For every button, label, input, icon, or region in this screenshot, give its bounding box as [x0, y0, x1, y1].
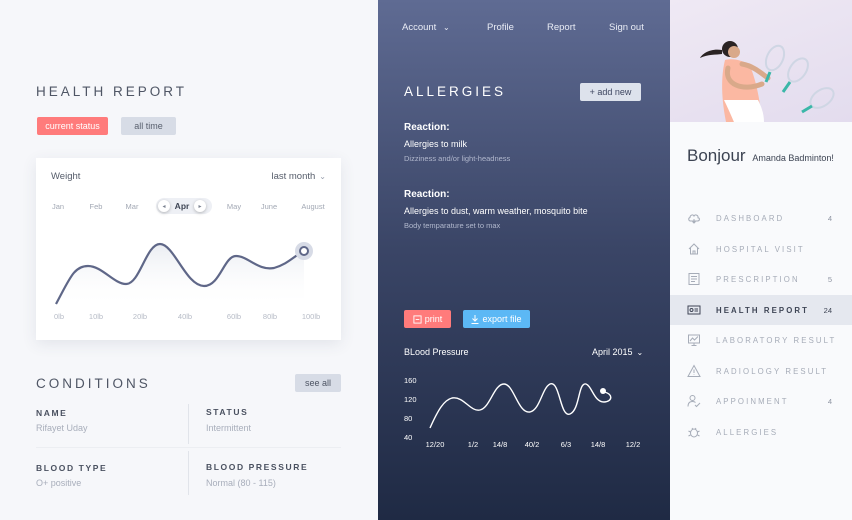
divider: [188, 404, 189, 444]
weight-point-current[interactable]: [299, 246, 309, 256]
name-value: Rifayet Uday: [36, 423, 88, 433]
weight-x-label: 10lb: [88, 312, 104, 321]
current-status-button[interactable]: current status: [37, 117, 108, 135]
month-label-selected[interactable]: Apr: [175, 201, 190, 211]
sidebar-item-allergies[interactable]: ALLERGIES: [670, 417, 852, 447]
id-card-icon: [687, 305, 701, 315]
cloud-icon: [688, 214, 700, 224]
bp-x-label: 40/2: [524, 440, 540, 449]
sidebar-item-hospital-visit[interactable]: HOSPITAL VISIT: [670, 234, 852, 264]
blood-pressure-line: [429, 383, 612, 429]
sidebar-item-label: HOSPITAL VISIT: [716, 245, 805, 254]
status-value: Intermittent: [206, 423, 252, 433]
user-check-icon: [687, 395, 701, 408]
slider-next-handle[interactable]: ▸: [194, 200, 206, 212]
bug-icon: [688, 427, 700, 438]
month-label[interactable]: May: [227, 202, 241, 211]
chart-icon: [688, 334, 700, 346]
sidebar-item-label: DASHBOARD: [716, 214, 785, 223]
sidebar-item-count: 4: [827, 214, 832, 223]
sidebar-item-label: PRESCRIPTION: [716, 275, 800, 284]
bp-x-label: 12/2: [625, 440, 641, 449]
conditions-title: CONDITIONS: [36, 376, 151, 391]
divider: [36, 447, 341, 448]
tennis-player-illustration: [700, 41, 835, 122]
blood-type-value: O+ positive: [36, 478, 82, 488]
blood-type-label: BLOOD TYPE: [36, 463, 108, 473]
weight-title: Weight: [51, 171, 81, 182]
weight-card: Weight last month ⌄ Jan Feb Mar ◂ Apr ▸ M…: [36, 158, 341, 340]
see-all-button[interactable]: see all: [295, 374, 341, 392]
middle-panel: Account ⌄ Profile Report Sign out ALLERG…: [378, 0, 670, 520]
right-panel: Bonjour Amanda Badminton! DASHBOARD 4 HO…: [670, 0, 852, 520]
month-label[interactable]: August: [301, 202, 324, 211]
weight-x-label: 40lb: [177, 312, 193, 321]
profile-photo: [670, 0, 852, 122]
bp-x-label: 14/8: [590, 440, 606, 449]
bp-x-label: 1/2: [467, 440, 479, 449]
sidebar-item-appointment[interactable]: APPOINMENT 4: [670, 386, 852, 416]
sidebar-item-label: RADIOLOGY RESULT: [716, 367, 829, 376]
chevron-down-icon: ⌄: [319, 172, 326, 181]
sidebar-item-label: HEALTH REPORT: [716, 306, 809, 315]
month-label[interactable]: Mar: [126, 202, 139, 211]
all-time-button[interactable]: all time: [121, 117, 176, 135]
greeting: Bonjour Amanda Badminton!: [687, 146, 834, 166]
month-label[interactable]: June: [261, 202, 277, 211]
bp-x-label: 14/8: [492, 440, 508, 449]
sidebar-item-prescription[interactable]: PRESCRIPTION 5: [670, 264, 852, 294]
document-icon: [688, 273, 700, 285]
bp-x-label: 12/20: [425, 440, 445, 449]
sidebar-item-count: 5: [827, 275, 832, 284]
health-report-title: HEALTH REPORT: [36, 84, 188, 99]
blood-pressure-label: BLOOD PRESSURE: [206, 462, 309, 472]
sidebar-item-count: 4: [827, 397, 832, 406]
weight-x-label: 20lb: [132, 312, 148, 321]
bp-x-label: 6/3: [560, 440, 572, 449]
name-label: NAME: [36, 408, 68, 418]
month-label[interactable]: Jan: [52, 202, 64, 211]
month-slider[interactable]: Jan Feb Mar ◂ Apr ▸ May June August: [36, 198, 341, 214]
weight-period-label: last month: [271, 171, 316, 182]
greeting-label: Bonjour: [687, 146, 746, 165]
user-name: Amanda Badminton!: [752, 153, 834, 163]
divider: [188, 451, 189, 495]
sidebar-item-label: APPOINMENT: [716, 397, 789, 406]
sidebar-item-label: LABORATORY RESULT: [716, 336, 837, 345]
sidebar-item-label: ALLERGIES: [716, 428, 779, 437]
left-panel: HEALTH REPORT current status all time We…: [0, 0, 378, 520]
sidebar-item-health-report[interactable]: HEALTH REPORT 24: [670, 295, 852, 325]
weight-x-label: 100lb: [301, 312, 321, 321]
warning-icon: [687, 364, 701, 377]
blood-pressure-value: Normal (80 - 115): [206, 478, 276, 488]
home-icon: [688, 243, 700, 255]
weight-area: [56, 244, 304, 308]
weight-x-label: 0lb: [53, 312, 65, 321]
weight-x-label: 60lb: [226, 312, 242, 321]
sidebar-item-radiology-result[interactable]: RADIOLOGY RESULT: [670, 356, 852, 386]
sidebar-item-count: 24: [823, 306, 832, 315]
sidebar-item-laboratory-result[interactable]: LABORATORY RESULT: [670, 325, 852, 355]
month-label[interactable]: Feb: [90, 202, 103, 211]
slider-prev-handle[interactable]: ◂: [158, 200, 170, 212]
blood-pressure-current-point[interactable]: [600, 388, 606, 394]
status-label: STATUS: [206, 407, 249, 417]
weight-period-select[interactable]: last month ⌄: [271, 171, 326, 182]
weight-x-label: 80lb: [262, 312, 278, 321]
sidebar-item-dashboard[interactable]: DASHBOARD 4: [670, 203, 852, 233]
